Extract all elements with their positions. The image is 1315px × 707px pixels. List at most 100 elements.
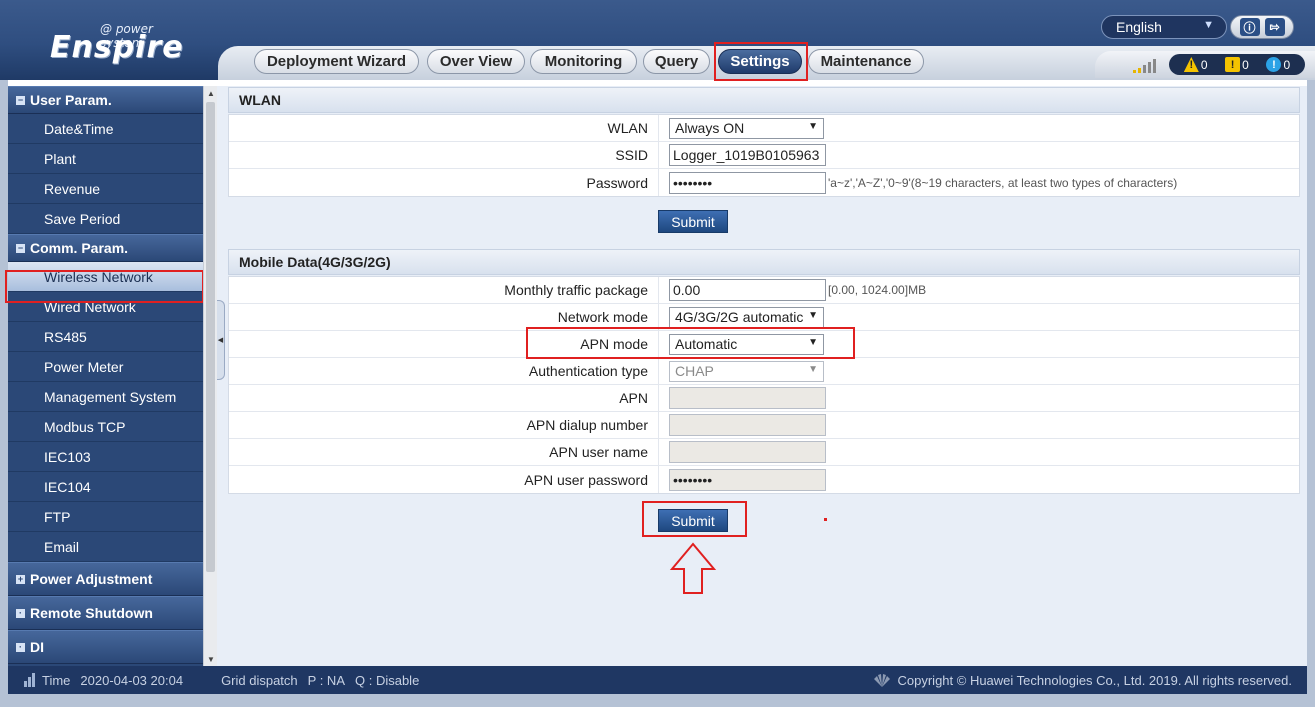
- minor-alarm[interactable]: ! 0: [1225, 57, 1249, 72]
- scroll-thumb[interactable]: [206, 102, 215, 572]
- apn-input: [669, 387, 826, 409]
- copyright: Copyright © Huawei Technologies Co., Ltd…: [872, 673, 1293, 688]
- major-alarm-count: 0: [1200, 57, 1208, 72]
- sidebar-item-iec103[interactable]: IEC103: [8, 442, 203, 472]
- info-icon[interactable]: ⓘ: [1239, 18, 1260, 36]
- sidebar-item-revenue[interactable]: Revenue: [8, 174, 203, 204]
- sidebar-item-modbus-tcp[interactable]: Modbus TCP: [8, 412, 203, 442]
- huawei-logo-icon: [873, 673, 890, 687]
- network-mode-select[interactable]: 4G/3G/2G automatic ▼: [669, 306, 824, 328]
- wlan-select[interactable]: Always ON ▼: [669, 117, 824, 139]
- mobile-panel-title: Mobile Data(4G/3G/2G): [228, 249, 1300, 275]
- sidebar-item-iec104[interactable]: IEC104: [8, 472, 203, 502]
- traffic-input[interactable]: 0.00: [669, 279, 826, 301]
- auth-type-row: Authentication type CHAP ▼: [229, 358, 1299, 385]
- auth-type-value: CHAP: [675, 363, 714, 379]
- sidebar-item-ftp[interactable]: FTP: [8, 502, 203, 532]
- apn-password-input: ••••••••: [669, 468, 826, 491]
- sidebar-item-management-system[interactable]: Management System: [8, 382, 203, 412]
- dropdown-arrow-icon: ▼: [808, 309, 818, 321]
- password-input[interactable]: ••••••••: [669, 171, 826, 194]
- ssid-row: SSID Logger_1019B0105963: [229, 142, 1299, 169]
- sidebar-group-remote-shutdown[interactable]: · Remote Shutdown: [8, 596, 203, 630]
- frame-right: [1307, 80, 1315, 694]
- traffic-label: Monthly traffic package: [229, 277, 659, 303]
- frame-bottom: [0, 694, 1315, 707]
- sidebar-item-plant[interactable]: Plant: [8, 144, 203, 174]
- header-buttons: ⓘ ⇰: [1230, 15, 1294, 39]
- dialup-input: [669, 414, 826, 436]
- sidebar-group-label: User Param.: [30, 92, 112, 108]
- traffic-hint: [0.00, 1024.00]MB: [828, 283, 927, 297]
- ssid-label: SSID: [229, 142, 659, 168]
- tab-maintenance[interactable]: Maintenance: [808, 49, 924, 74]
- sidebar-group-di[interactable]: · DI: [8, 630, 203, 664]
- grid-dispatch-label: Grid dispatch: [221, 672, 298, 688]
- wlan-form: WLAN Always ON ▼ SSID Logger_1019B0105963…: [228, 114, 1300, 197]
- sidebar-item-power-meter[interactable]: Power Meter: [8, 352, 203, 382]
- language-select[interactable]: English ▼: [1101, 15, 1227, 39]
- sidebar: − User Param. Date&Time Plant Revenue Sav…: [8, 86, 203, 666]
- collapse-sidebar-handle[interactable]: ◀: [217, 300, 225, 380]
- wireless-network-highlight: [5, 270, 204, 303]
- wlan-row: WLAN Always ON ▼: [229, 115, 1299, 142]
- sidebar-scrollbar[interactable]: ▲ ▼: [203, 86, 217, 666]
- warning-alarm[interactable]: ! 0: [1266, 57, 1290, 72]
- dialup-row: APN dialup number: [229, 412, 1299, 439]
- sidebar-item-email[interactable]: Email: [8, 532, 203, 562]
- tab-deployment-wizard[interactable]: Deployment Wizard: [254, 49, 419, 74]
- sidebar-group-label: Comm. Param.: [30, 240, 129, 256]
- sidebar-group-power-adjustment[interactable]: + Power Adjustment: [8, 562, 203, 596]
- network-mode-value: 4G/3G/2G automatic: [675, 309, 804, 325]
- sidebar-item-save-period[interactable]: Save Period: [8, 204, 203, 234]
- time-label: Time: [42, 672, 71, 688]
- dropdown-arrow-icon: ▼: [808, 363, 818, 375]
- bar-chart-icon: [24, 673, 35, 687]
- alarm-summary[interactable]: ! 0 ! 0 ! 0: [1169, 54, 1305, 75]
- sidebar-group-user-param[interactable]: − User Param.: [8, 86, 203, 114]
- copyright-text: Copyright © Huawei Technologies Co., Ltd…: [897, 673, 1293, 688]
- tab-query[interactable]: Query: [643, 49, 710, 74]
- minor-alarm-count: 0: [1242, 57, 1249, 72]
- sidebar-item-rs485[interactable]: RS485: [8, 322, 203, 352]
- p-value: P : NA: [307, 672, 345, 688]
- scroll-up-icon[interactable]: ▲: [204, 86, 218, 100]
- logout-icon[interactable]: ⇰: [1264, 18, 1285, 36]
- major-alarm[interactable]: ! 0: [1183, 57, 1208, 72]
- password-label: Password: [229, 169, 659, 196]
- wlan-submit-button[interactable]: Submit: [658, 210, 728, 233]
- apn-user-row: APN user name: [229, 439, 1299, 466]
- expand-icon: ·: [16, 608, 25, 618]
- warning-triangle-icon: !: [1183, 57, 1199, 72]
- wlan-select-value: Always ON: [675, 120, 745, 136]
- wlan-label: WLAN: [229, 115, 659, 141]
- apn-mode-highlight: [526, 327, 855, 359]
- sidebar-item-date-time[interactable]: Date&Time: [8, 114, 203, 144]
- expand-icon: +: [16, 573, 25, 584]
- sidebar-group-label: Remote Shutdown: [30, 605, 153, 621]
- submit-highlight: [642, 501, 747, 537]
- dialup-label: APN dialup number: [229, 412, 659, 438]
- apn-row: APN: [229, 385, 1299, 412]
- sidebar-group-label: DI: [30, 639, 44, 655]
- apn-password-row: APN user password ••••••••: [229, 466, 1299, 493]
- tab-over-view[interactable]: Over View: [427, 49, 525, 74]
- tab-monitoring[interactable]: Monitoring: [530, 49, 637, 74]
- collapse-icon: −: [16, 94, 25, 105]
- q-value: Q : Disable: [355, 672, 420, 688]
- scroll-down-icon[interactable]: ▼: [204, 652, 218, 666]
- main-content: WLAN WLAN Always ON ▼ SSID Logger_1019B01…: [217, 86, 1307, 666]
- time-value: 2020-04-03 20:04: [80, 672, 184, 688]
- red-dot-marker: [824, 518, 827, 521]
- apn-user-input: [669, 441, 826, 463]
- up-arrow-icon: [669, 542, 717, 594]
- sidebar-group-comm-param[interactable]: − Comm. Param.: [8, 234, 203, 262]
- footer: Time 2020-04-03 20:04 Grid dispatch P : …: [8, 666, 1307, 694]
- sidebar-group-label: Power Adjustment: [30, 571, 153, 587]
- language-value: English: [1116, 19, 1162, 35]
- auth-type-select: CHAP ▼: [669, 360, 824, 382]
- auth-type-label: Authentication type: [229, 358, 659, 384]
- password-row: Password ••••••••'a~z','A~Z','0~9'(8~19 …: [229, 169, 1299, 196]
- apn-user-label: APN user name: [229, 439, 659, 465]
- ssid-input[interactable]: Logger_1019B0105963: [669, 144, 826, 166]
